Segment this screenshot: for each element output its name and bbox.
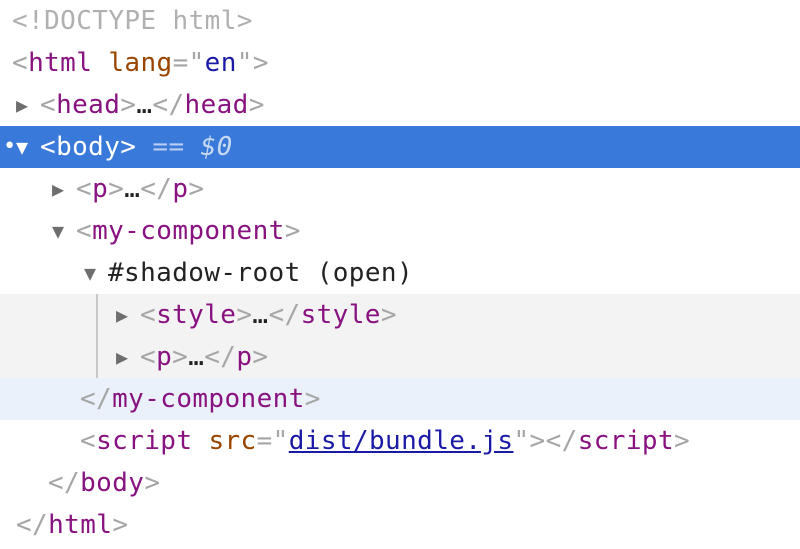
node-shadow-root[interactable]: ▼ #shadow-root (open) [0,252,800,294]
tag-name-p-close: p [236,342,253,372]
node-html-close[interactable]: </html> [0,504,800,546]
tag-name-my-component: my-component [92,216,285,246]
node-my-component-close[interactable]: </my-component> [0,378,800,420]
node-shadow-p[interactable]: ▶ <p>…</p> [0,336,800,378]
attr-name-lang: lang [108,48,173,78]
bracket: </ [140,174,173,204]
bracket: > [284,216,301,246]
collapsed-triangle-icon[interactable]: ▶ [116,294,140,336]
bracket: </ [268,300,301,330]
tag-name-style: style [156,300,237,330]
expanded-triangle-icon[interactable]: ▼ [52,210,76,252]
bracket: > [120,90,137,120]
node-shadow-style[interactable]: ▶ <style>…</style> [0,294,800,336]
bracket: > [380,300,397,330]
tag-name-style-close: style [300,300,381,330]
bracket: > [144,468,161,498]
bracket: </ [204,342,237,372]
console-ref-equals: == [152,132,185,162]
collapsed-triangle-icon[interactable]: ▶ [16,84,40,126]
bracket: < [40,90,57,120]
shadow-tree-guide [96,294,98,336]
bracket: </ [80,384,113,414]
bracket: < [76,174,93,204]
bracket: < [12,48,29,78]
collapsed-triangle-icon[interactable]: ▶ [52,168,76,210]
node-doctype[interactable]: <!DOCTYPE html> [0,0,800,42]
node-my-component-open[interactable]: ▼ <my-component> [0,210,800,252]
bracket: > [674,426,691,456]
tag-name-head-close: head [184,90,249,120]
tag-name-script: script [96,426,193,456]
attr-eq: =" [256,426,289,456]
tag-name-html-close: html [48,510,113,540]
tag-name-my-component-close: my-component [112,384,305,414]
attr-name-src: src [208,426,257,456]
collapsed-triangle-icon[interactable]: ▶ [116,336,140,378]
bracket: > [304,384,321,414]
bracket: </ [152,90,185,120]
tag-name-head: head [56,90,121,120]
selection-dot-icon: • [3,134,17,159]
doctype-text: <!DOCTYPE html> [12,6,253,36]
tag-name-p-close: p [172,174,189,204]
bracket: < [140,300,157,330]
tag-name-p: p [92,174,109,204]
bracket: > [236,300,253,330]
bracket: </ [16,510,49,540]
bracket: > [112,510,129,540]
bracket: > [252,342,269,372]
bracket: < [76,216,93,246]
bracket: > [188,174,205,204]
bracket: "> [236,48,269,78]
shadow-tree-guide [96,336,98,378]
node-head[interactable]: ▶ <head>…</head> [0,84,800,126]
bracket: > [108,174,125,204]
node-body-close[interactable]: </body> [0,462,800,504]
ellipsis[interactable]: … [124,174,140,204]
node-html-open[interactable]: <html lang="en"> [0,42,800,84]
bracket: < [40,132,57,162]
bracket: > [172,342,189,372]
expanded-triangle-icon[interactable]: ▼ [16,126,40,168]
tag-name-script-close: script [577,426,675,456]
node-script[interactable]: <script src="dist/bundle.js"></script> [0,420,800,462]
node-p[interactable]: ▶ <p>…</p> [0,168,800,210]
expanded-triangle-icon[interactable]: ▼ [84,252,108,294]
elements-tree: <!DOCTYPE html> <html lang="en"> ▶ <head>… [0,0,800,549]
tag-name-p: p [156,342,173,372]
ellipsis[interactable]: … [252,300,268,330]
bracket: < [140,342,157,372]
bracket: > [120,132,137,162]
bracket: </ [545,426,578,456]
script-src-link[interactable]: dist/bundle.js [289,426,514,456]
tag-name-html: html [28,48,93,78]
ellipsis[interactable]: … [136,90,152,120]
ellipsis[interactable]: … [188,342,204,372]
bracket: </ [48,468,81,498]
bracket: > [248,90,265,120]
tag-name-body-close: body [80,468,145,498]
shadow-root-label: #shadow-root (open) [108,258,414,288]
console-ref-label: $0 [200,132,233,162]
attr-eq: =" [172,48,205,78]
bracket: "> [513,426,546,456]
attr-value-lang: en [204,48,237,78]
node-body-selected[interactable]: • ▼ <body> == $0 [0,126,800,168]
tag-name-body: body [56,132,121,162]
bracket: < [80,426,97,456]
